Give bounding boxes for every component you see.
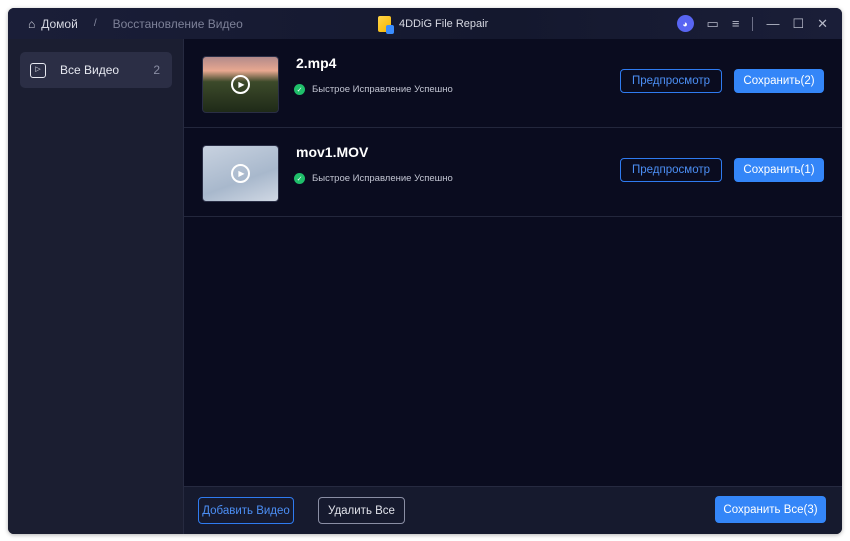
video-thumbnail[interactable]: ▶: [202, 145, 279, 202]
file-name: 2.mp4: [296, 55, 337, 71]
save-all-button[interactable]: Сохранить Все(3): [715, 496, 826, 523]
discord-icon[interactable]: ◕: [676, 15, 694, 32]
app-logo-icon: [378, 15, 394, 34]
file-name: mov1.MOV: [296, 144, 369, 160]
preview-button[interactable]: Предпросмотр: [620, 158, 722, 182]
sidebar-item-all-videos[interactable]: ▷ Все Видео 2: [20, 52, 172, 88]
breadcrumb-home[interactable]: Домой: [41, 17, 78, 31]
breadcrumb-separator: /: [93, 18, 97, 29]
add-video-button[interactable]: Добавить Видео: [198, 497, 294, 524]
breadcrumb: ⌂ Домой / Восстановление Видео: [28, 8, 243, 39]
file-row: ▶ 2.mp4 ✓ Быстрое Исправление Успешно Пре…: [184, 39, 842, 128]
divider: [752, 16, 754, 31]
title-bar: ⌂ Домой / Восстановление Видео 4DDiG Fil…: [8, 8, 842, 39]
status-text: Быстрое Исправление Успешно: [312, 84, 453, 95]
app-title: 4DDiG File Repair: [378, 8, 488, 39]
delete-all-button[interactable]: Удалить Все: [318, 497, 405, 524]
repair-status: ✓ Быстрое Исправление Успешно: [294, 84, 453, 95]
video-folder-icon: ▷: [30, 62, 46, 78]
save-button[interactable]: Сохранить(2): [734, 69, 824, 93]
minimize-icon[interactable]: —: [766, 16, 779, 31]
menu-icon[interactable]: ≡: [732, 16, 740, 31]
video-thumbnail[interactable]: ▶: [202, 56, 279, 113]
maximize-icon[interactable]: ☐: [792, 16, 804, 32]
sidebar: ▷ Все Видео 2: [8, 39, 184, 534]
repair-status: ✓ Быстрое Исправление Успешно: [294, 173, 453, 184]
play-icon[interactable]: ▶: [231, 164, 250, 183]
status-text: Быстрое Исправление Успешно: [312, 173, 453, 184]
file-list: ▶ 2.mp4 ✓ Быстрое Исправление Успешно Пре…: [184, 39, 842, 486]
save-button[interactable]: Сохранить(1): [734, 158, 824, 182]
app-title-text: 4DDiG File Repair: [399, 17, 489, 30]
window-controls: ◕ ▭ ≡ — ☐ ✕: [676, 8, 828, 39]
sidebar-item-count: 2: [153, 63, 160, 77]
file-row: ▶ mov1.MOV ✓ Быстрое Исправление Успешно …: [184, 128, 842, 217]
close-icon[interactable]: ✕: [817, 16, 828, 32]
footer-bar: Добавить Видео Удалить Все Сохранить Все…: [184, 486, 842, 534]
check-icon: ✓: [294, 84, 305, 95]
breadcrumb-current: Восстановление Видео: [112, 16, 243, 31]
preview-button[interactable]: Предпросмотр: [620, 69, 722, 93]
check-icon: ✓: [294, 173, 305, 184]
sidebar-item-label: Все Видео: [60, 63, 120, 77]
home-icon[interactable]: ⌂: [28, 17, 35, 31]
feedback-icon[interactable]: ▭: [707, 16, 719, 32]
app-window: ⌂ Домой / Восстановление Видео 4DDiG Fil…: [8, 8, 842, 534]
play-icon[interactable]: ▶: [231, 75, 250, 94]
